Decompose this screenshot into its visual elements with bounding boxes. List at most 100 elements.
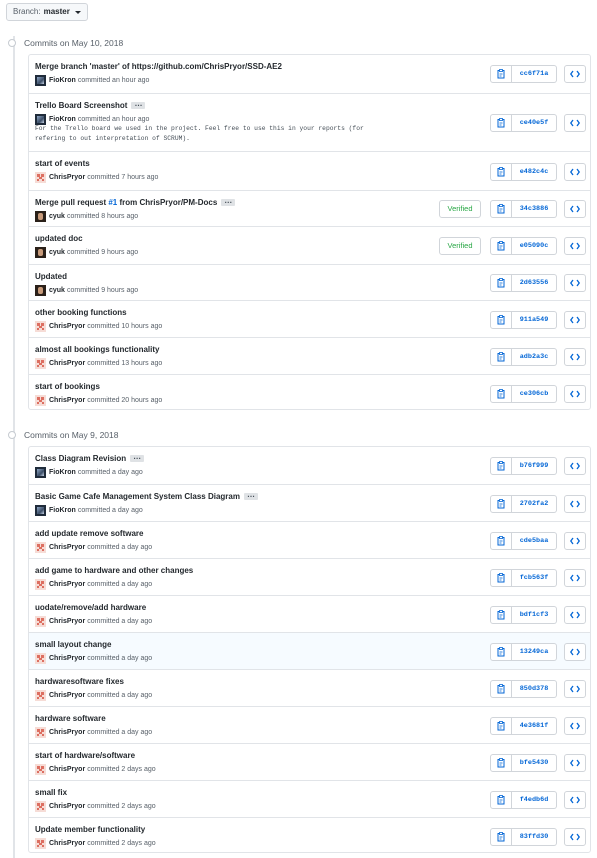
commit-message[interactable]: add update remove software xyxy=(35,529,143,538)
browse-repo-button[interactable] xyxy=(564,237,586,255)
commit-author[interactable]: ChrisPryor xyxy=(49,655,85,662)
avatar[interactable] xyxy=(35,764,46,775)
commit-message[interactable]: Updated xyxy=(35,272,67,281)
commit-message-text[interactable]: Updated xyxy=(35,272,67,281)
browse-repo-button[interactable] xyxy=(564,65,586,83)
commit-message[interactable]: other booking functions xyxy=(35,308,127,317)
commit-message-text[interactable]: from ChrisPryor/PM-Docs xyxy=(117,198,217,207)
commit-sha-link[interactable]: cde5baa xyxy=(512,532,557,550)
copy-sha-button[interactable] xyxy=(490,828,512,846)
commit-sha-link[interactable]: e482c4c xyxy=(512,163,557,181)
commit-message[interactable]: start of hardware/software xyxy=(35,751,135,760)
commit-message-text[interactable]: Merge pull request xyxy=(35,198,108,207)
copy-sha-button[interactable] xyxy=(490,311,512,329)
commit-author[interactable]: ChrisPryor xyxy=(49,581,85,588)
copy-sha-button[interactable] xyxy=(490,754,512,772)
commit-sha-link[interactable]: 83ffd30 xyxy=(512,828,557,846)
ellipsis-icon[interactable]: … xyxy=(131,100,146,110)
avatar[interactable] xyxy=(35,838,46,849)
browse-repo-button[interactable] xyxy=(564,606,586,624)
commit-sha-link[interactable]: 4e3681f xyxy=(512,717,557,735)
commit-message-text[interactable]: small layout change xyxy=(35,640,111,649)
commit-author[interactable]: FioKron xyxy=(49,469,76,476)
avatar[interactable] xyxy=(35,211,46,222)
commit-message[interactable]: start of bookings xyxy=(35,382,100,391)
browse-repo-button[interactable] xyxy=(564,274,586,292)
commit-message[interactable]: Update member functionality xyxy=(35,825,145,834)
commit-message[interactable]: Merge branch 'master' of https://github.… xyxy=(35,62,282,71)
commit-message[interactable]: small fix xyxy=(35,788,67,797)
avatar[interactable] xyxy=(35,75,46,86)
ellipsis-icon[interactable]: … xyxy=(243,491,258,501)
commit-sha-link[interactable]: 2d63556 xyxy=(512,274,557,292)
copy-sha-button[interactable] xyxy=(490,348,512,366)
commit-message[interactable]: updated doc xyxy=(35,234,83,243)
commit-author[interactable]: FioKron xyxy=(49,116,76,123)
avatar[interactable] xyxy=(35,690,46,701)
commit-sha-link[interactable]: cc6f71a xyxy=(512,65,557,83)
browse-repo-button[interactable] xyxy=(564,680,586,698)
avatar[interactable] xyxy=(35,727,46,738)
copy-sha-button[interactable] xyxy=(490,717,512,735)
browse-repo-button[interactable] xyxy=(564,163,586,181)
browse-repo-button[interactable] xyxy=(564,495,586,513)
commit-author[interactable]: ChrisPryor xyxy=(49,692,85,699)
avatar[interactable] xyxy=(35,801,46,812)
commit-message[interactable]: add game to hardware and other changes xyxy=(35,566,193,575)
commit-author[interactable]: ChrisPryor xyxy=(49,397,85,404)
commit-message[interactable]: Merge pull request #1 from ChrisPryor/PM… xyxy=(35,197,236,207)
commit-message[interactable]: Basic Game Cafe Management System Class … xyxy=(35,491,258,501)
avatar[interactable] xyxy=(35,321,46,332)
copy-sha-button[interactable] xyxy=(490,791,512,809)
commit-message[interactable]: start of events xyxy=(35,159,90,168)
commit-sha-link[interactable]: adb2a3c xyxy=(512,348,557,366)
ellipsis-icon[interactable]: … xyxy=(130,453,145,463)
avatar[interactable] xyxy=(35,247,46,258)
commit-sha-link[interactable]: 850d378 xyxy=(512,680,557,698)
commit-message[interactable]: uodate/remove/add hardware xyxy=(35,603,146,612)
commit-message-text[interactable]: almost all bookings functionality xyxy=(35,345,159,354)
commit-message-text[interactable]: other booking functions xyxy=(35,308,127,317)
commit-sha-link[interactable]: f4edb6d xyxy=(512,791,557,809)
commit-sha-link[interactable]: 911a549 xyxy=(512,311,557,329)
commit-message-text[interactable]: small fix xyxy=(35,788,67,797)
commit-message-text[interactable]: Basic Game Cafe Management System Class … xyxy=(35,492,240,501)
avatar[interactable] xyxy=(35,358,46,369)
copy-sha-button[interactable] xyxy=(490,606,512,624)
commit-message-text[interactable]: hardwaresoftware fixes xyxy=(35,677,124,686)
commit-message-text[interactable]: Update member functionality xyxy=(35,825,145,834)
commit-sha-link[interactable]: b76f999 xyxy=(512,457,557,475)
commit-author[interactable]: ChrisPryor xyxy=(49,323,85,330)
copy-sha-button[interactable] xyxy=(490,385,512,403)
branch-select-button[interactable]: Branch: master xyxy=(6,3,88,21)
browse-repo-button[interactable] xyxy=(564,348,586,366)
commit-message[interactable]: Class Diagram Revision… xyxy=(35,453,145,463)
commit-author[interactable]: ChrisPryor xyxy=(49,544,85,551)
commit-message[interactable]: hardware software xyxy=(35,714,106,723)
browse-repo-button[interactable] xyxy=(564,828,586,846)
copy-sha-button[interactable] xyxy=(490,457,512,475)
avatar[interactable] xyxy=(35,579,46,590)
copy-sha-button[interactable] xyxy=(490,163,512,181)
commit-sha-link[interactable]: e05090c xyxy=(512,237,557,255)
commit-author[interactable]: ChrisPryor xyxy=(49,360,85,367)
commit-message-text[interactable]: start of hardware/software xyxy=(35,751,135,760)
verified-badge[interactable]: Verified xyxy=(439,237,481,255)
commit-sha-link[interactable]: 13249ca xyxy=(512,643,557,661)
copy-sha-button[interactable] xyxy=(490,65,512,83)
browse-repo-button[interactable] xyxy=(564,791,586,809)
avatar[interactable] xyxy=(35,653,46,664)
commit-author[interactable]: cyuk xyxy=(49,213,65,220)
commit-author[interactable]: ChrisPryor xyxy=(49,618,85,625)
commit-author[interactable]: FioKron xyxy=(49,507,76,514)
browse-repo-button[interactable] xyxy=(564,643,586,661)
verified-badge[interactable]: Verified xyxy=(439,200,481,218)
avatar[interactable] xyxy=(35,467,46,478)
avatar[interactable] xyxy=(35,285,46,296)
browse-repo-button[interactable] xyxy=(564,385,586,403)
commit-message[interactable]: Trello Board Screenshot … xyxy=(35,100,146,110)
copy-sha-button[interactable] xyxy=(490,532,512,550)
avatar[interactable] xyxy=(35,395,46,406)
commit-message-text[interactable]: Trello Board Screenshot xyxy=(35,101,127,110)
commit-message[interactable]: small layout change xyxy=(35,640,111,649)
